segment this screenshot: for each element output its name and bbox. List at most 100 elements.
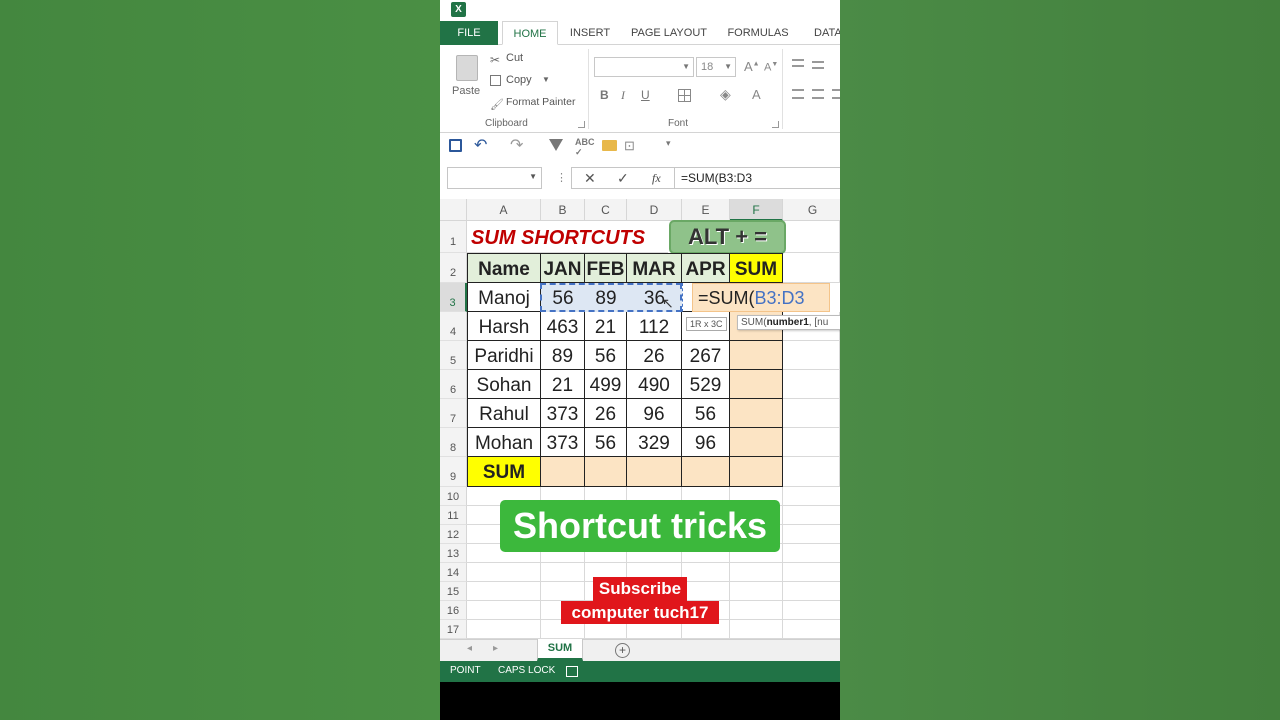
cell-value[interactable]: 26: [585, 399, 627, 428]
sum-result-cell[interactable]: [730, 399, 783, 428]
column-header-d[interactable]: D: [627, 199, 682, 221]
row-header[interactable]: 12: [440, 525, 467, 544]
cell-value[interactable]: 56: [541, 283, 585, 312]
paste-button[interactable]: Paste: [450, 51, 484, 103]
spelling-icon[interactable]: ABC ✓: [575, 137, 595, 158]
column-header-f[interactable]: F: [730, 199, 783, 221]
row-header[interactable]: 3: [440, 283, 467, 312]
add-sheet-icon[interactable]: +: [615, 643, 630, 658]
save-icon[interactable]: [449, 139, 462, 152]
column-header-g[interactable]: G: [783, 199, 840, 221]
tab-insert[interactable]: INSERT: [562, 21, 618, 45]
align-right-icon[interactable]: [832, 89, 840, 99]
row-header[interactable]: 2: [440, 253, 467, 283]
row-header[interactable]: 4: [440, 312, 467, 341]
sum-row-cell[interactable]: [585, 457, 627, 487]
align-top-icon[interactable]: [792, 59, 804, 67]
tab-data[interactable]: DATA: [804, 21, 840, 45]
row-header[interactable]: 6: [440, 370, 467, 399]
cell-value[interactable]: 21: [541, 370, 585, 399]
column-header-e[interactable]: E: [682, 199, 730, 221]
align-middle-icon[interactable]: [812, 61, 824, 69]
cell-value[interactable]: 56: [682, 399, 730, 428]
row-header[interactable]: 11: [440, 506, 467, 525]
sum-row-cell[interactable]: [682, 457, 730, 487]
tab-formulas[interactable]: FORMULAS: [722, 21, 794, 45]
tab-page-layout[interactable]: PAGE LAYOUT: [624, 21, 714, 45]
sheet-title[interactable]: SUM SHORTCUTS: [467, 221, 668, 253]
cancel-icon[interactable]: ✕: [584, 170, 596, 187]
tab-file[interactable]: FILE: [440, 21, 498, 45]
cell-name[interactable]: Manoj: [467, 283, 541, 312]
header-cell-sum[interactable]: SUM: [730, 253, 783, 283]
sum-row-cell[interactable]: [541, 457, 585, 487]
cell-value[interactable]: 89: [585, 283, 627, 312]
undo-icon[interactable]: ↶: [474, 135, 487, 155]
select-all-corner[interactable]: [440, 199, 467, 221]
row-header[interactable]: 8: [440, 428, 467, 457]
cell-g9[interactable]: [783, 457, 840, 487]
italic-button[interactable]: I: [621, 88, 625, 103]
name-box[interactable]: ▼: [447, 167, 542, 189]
sum-row-label[interactable]: SUM: [467, 457, 541, 487]
redo-icon[interactable]: ↷: [510, 135, 523, 155]
cell-value[interactable]: 56: [585, 428, 627, 457]
cell-name[interactable]: Paridhi: [467, 341, 541, 370]
cell-g7[interactable]: [783, 399, 840, 428]
header-cell-apr[interactable]: APR: [682, 253, 730, 283]
insert-function-button[interactable]: fx: [652, 171, 661, 186]
cell-name[interactable]: Sohan: [467, 370, 541, 399]
cell-value[interactable]: 36: [627, 283, 682, 312]
bold-button[interactable]: B: [600, 88, 609, 102]
cell-value[interactable]: 26: [627, 341, 682, 370]
formula-input[interactable]: =SUM(B3:D3: [674, 167, 840, 189]
dialog-launcher-icon[interactable]: [772, 121, 779, 128]
cut-button[interactable]: ✂ Cut: [490, 51, 580, 67]
cell-value[interactable]: 463: [541, 312, 585, 341]
copy-button[interactable]: Copy ▼: [490, 73, 580, 89]
row-header[interactable]: 10: [440, 487, 467, 506]
sheet-tab-sum[interactable]: SUM: [537, 639, 583, 661]
sum-row-cell[interactable]: [627, 457, 682, 487]
header-cell-jan[interactable]: JAN: [541, 253, 585, 283]
scroll-right-icon[interactable]: ▸: [493, 643, 498, 654]
folder-icon[interactable]: [602, 140, 617, 151]
cell-name[interactable]: Mohan: [467, 428, 541, 457]
row-header[interactable]: 15: [440, 582, 467, 601]
dialog-launcher-icon[interactable]: [578, 121, 585, 128]
cell-value[interactable]: 490: [627, 370, 682, 399]
cell-value[interactable]: 267: [682, 341, 730, 370]
cell-value[interactable]: 112: [627, 312, 682, 341]
customize-qat-icon[interactable]: ▾: [666, 138, 671, 149]
sum-result-cell[interactable]: [730, 370, 783, 399]
font-name-select[interactable]: ▼: [594, 57, 694, 77]
shrink-font-icon[interactable]: A▼: [764, 61, 778, 74]
column-header-a[interactable]: A: [467, 199, 541, 221]
cell-value[interactable]: 373: [541, 399, 585, 428]
fill-color-icon[interactable]: ◈: [720, 86, 731, 103]
cell-g8[interactable]: [783, 428, 840, 457]
format-painter-button[interactable]: 🖌 Format Painter: [490, 95, 590, 111]
align-left-icon[interactable]: [792, 89, 804, 99]
font-color-icon[interactable]: A: [752, 87, 761, 102]
cell-value[interactable]: 96: [627, 399, 682, 428]
subscribe-label[interactable]: Subscribe: [593, 577, 687, 601]
cell-value[interactable]: 89: [541, 341, 585, 370]
cell-g5[interactable]: [783, 341, 840, 370]
cell-value[interactable]: 529: [682, 370, 730, 399]
column-header-c[interactable]: C: [585, 199, 627, 221]
tab-home[interactable]: HOME: [502, 21, 558, 45]
row-header[interactable]: 1: [440, 221, 467, 253]
cell-g1[interactable]: [783, 221, 840, 253]
scroll-left-icon[interactable]: ◂: [467, 643, 472, 654]
underline-button[interactable]: U: [641, 88, 650, 102]
cell-value[interactable]: 329: [627, 428, 682, 457]
cell-name[interactable]: Harsh: [467, 312, 541, 341]
filter-icon[interactable]: [549, 139, 563, 151]
macro-record-icon[interactable]: [566, 666, 578, 677]
enter-icon[interactable]: ✓: [617, 170, 629, 187]
channel-name-label[interactable]: computer tuch17: [561, 601, 719, 624]
sum-row-cell[interactable]: [730, 457, 783, 487]
shapes-icon[interactable]: ⊡: [624, 138, 635, 154]
borders-icon[interactable]: [678, 89, 691, 102]
